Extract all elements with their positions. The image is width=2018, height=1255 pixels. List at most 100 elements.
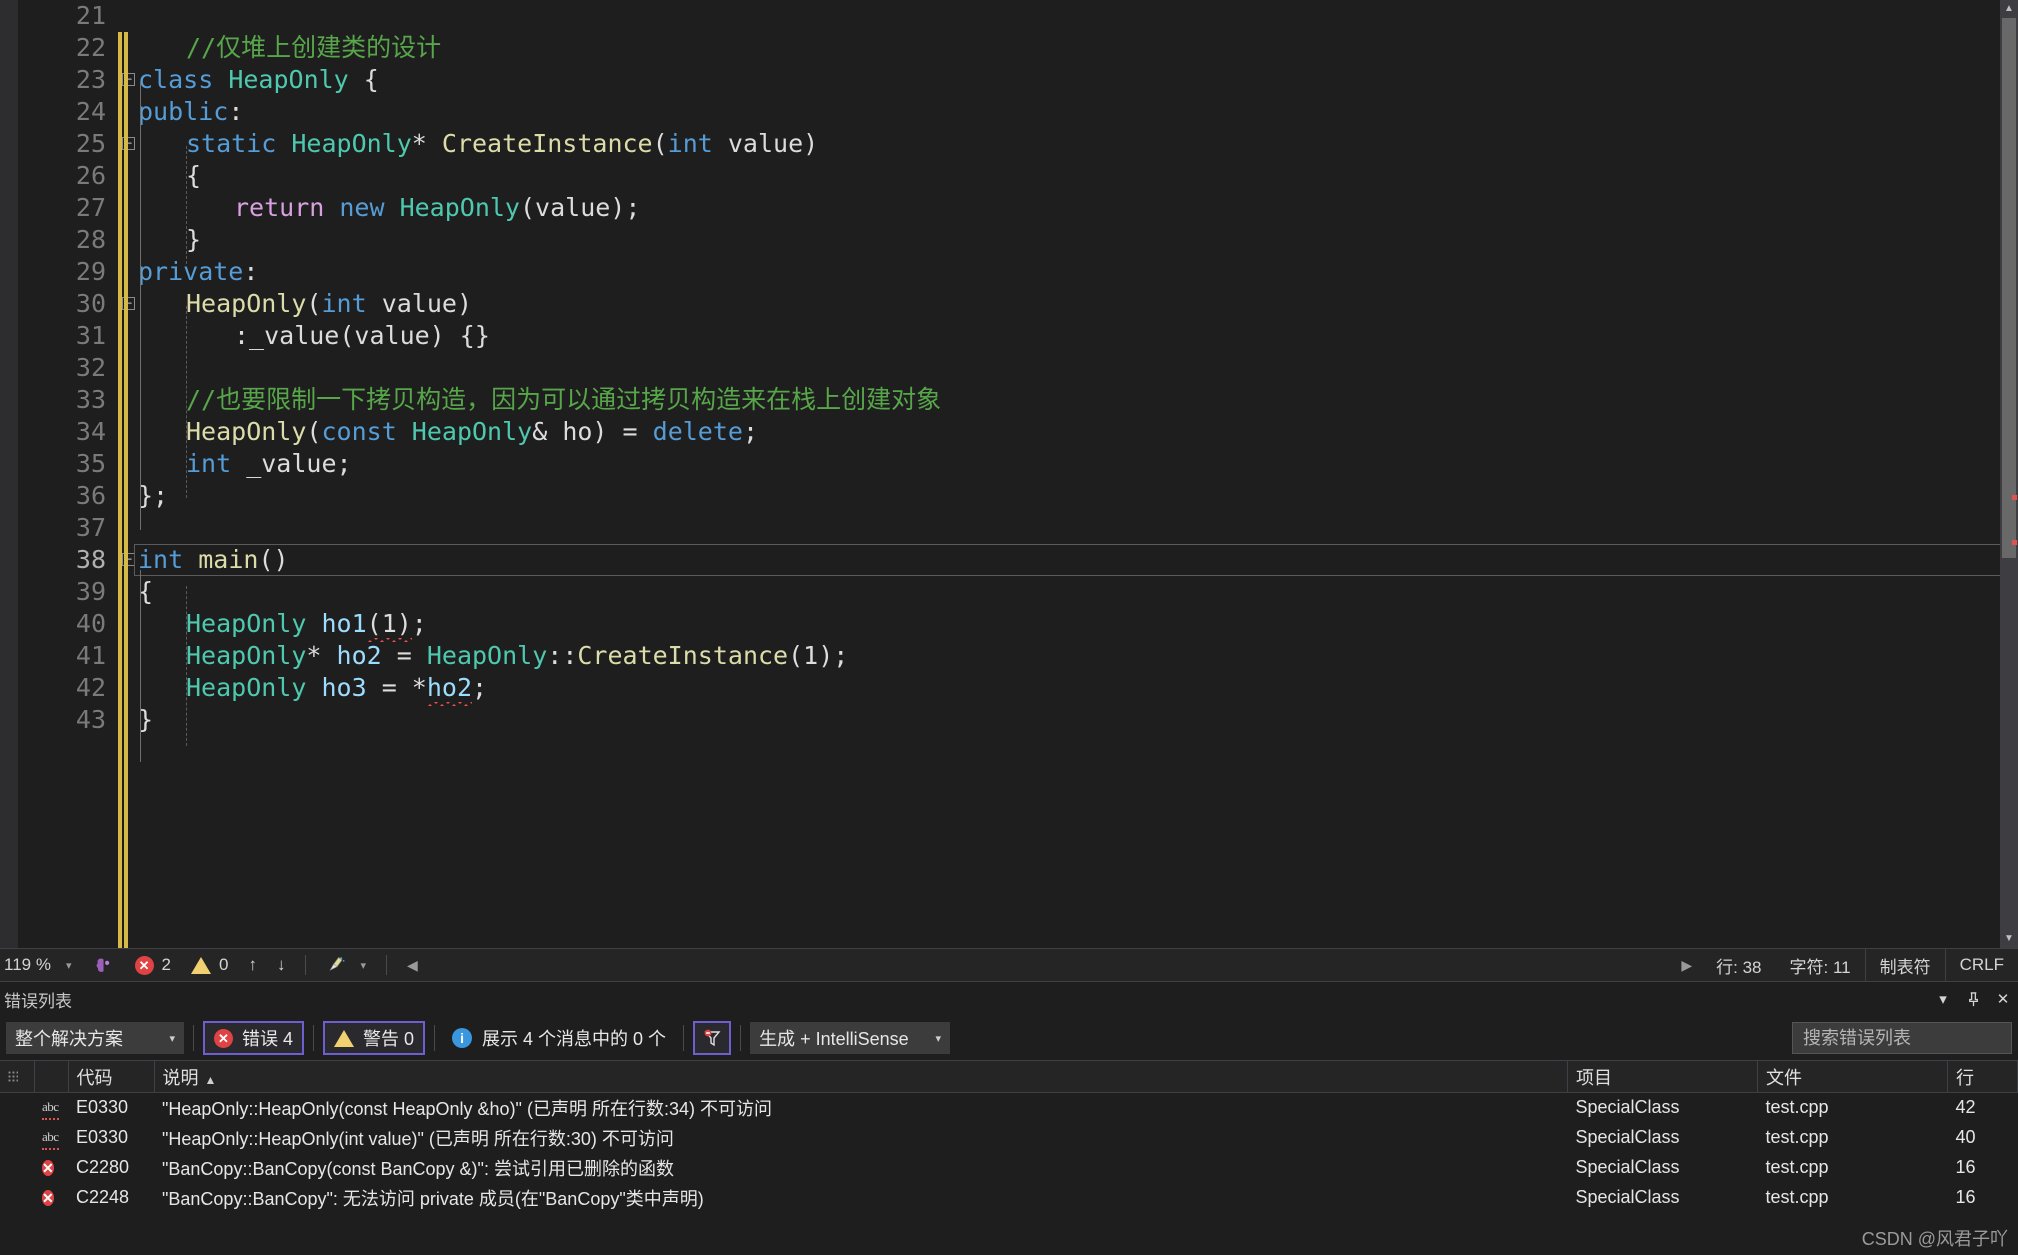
scroll-up-arrow[interactable]: ▲ xyxy=(2000,0,2018,18)
clear-filter-button[interactable] xyxy=(693,1021,732,1055)
code-line[interactable]: int main() − xyxy=(116,544,2018,576)
code-line[interactable]: } xyxy=(116,704,2018,736)
error-marker[interactable] xyxy=(2012,495,2017,500)
cell-file: test.cpp xyxy=(1765,1157,1829,1177)
code-token: int xyxy=(138,545,184,574)
zoom-level[interactable]: 119 % xyxy=(0,955,62,975)
next-issue-button[interactable]: ↓ xyxy=(267,955,296,975)
column-header-file[interactable]: 文件 xyxy=(1757,1060,1948,1093)
search-error-list[interactable]: ▾ xyxy=(1792,1022,2018,1054)
code-line[interactable]: { xyxy=(116,160,2018,192)
warnings-filter-toggle[interactable]: 警告 0 xyxy=(323,1021,426,1055)
code-line[interactable]: //仅堆上创建类的设计 xyxy=(116,32,2018,64)
cell-file: test.cpp xyxy=(1765,1187,1829,1207)
grip-icon xyxy=(8,1071,18,1084)
cell-line: 42 xyxy=(1955,1097,1976,1118)
line-ending-mode[interactable]: CRLF xyxy=(1944,948,2018,982)
scroll-right-button[interactable]: ▶ xyxy=(1671,957,1702,974)
caret-line-indicator[interactable]: 行: 38 xyxy=(1702,949,1775,982)
scope-filter-dropdown[interactable]: 整个解决方案 ▾ xyxy=(6,1022,184,1054)
column-header-line[interactable]: 行 xyxy=(1947,1060,2018,1093)
scope-filter-value: 整个解决方案 xyxy=(15,1029,123,1049)
code-token: value) xyxy=(712,129,819,158)
row-grip-cell xyxy=(0,1153,34,1183)
search-input[interactable] xyxy=(1803,1027,2018,1049)
column-header-code[interactable]: 代码 xyxy=(68,1060,155,1093)
code-token: :: xyxy=(547,641,578,670)
code-token: HeapOnly xyxy=(186,417,307,446)
code-line[interactable]: HeapOnly ho1(1); xyxy=(116,608,2018,642)
cell-code: C2280 xyxy=(76,1157,130,1177)
code-line[interactable]: HeapOnly* ho2 = HeapOnly::CreateInstance… xyxy=(116,640,2018,672)
code-token: * xyxy=(411,129,442,158)
cell-description: "HeapOnly::HeapOnly(int value)" (已声明 所在行… xyxy=(162,1128,674,1149)
code-token: //也要限制一下拷贝构造，因为可以通过拷贝构造来在栈上创建对象 xyxy=(186,385,942,414)
code-text-area[interactable]: //仅堆上创建类的设计 class HeapOnly {− public: stati… xyxy=(116,0,2018,948)
code-line[interactable]: HeapOnly ho3 = *ho2; xyxy=(116,672,2018,706)
column-header-description[interactable]: 说明 ▲ xyxy=(154,1060,1568,1093)
table-row[interactable]: abc E0330 "HeapOnly::HeapOnly(const HeapOn… xyxy=(0,1093,2018,1123)
scroll-down-arrow[interactable]: ▼ xyxy=(2000,930,2018,948)
line-number: 29 xyxy=(75,257,106,286)
line-number: 24 xyxy=(75,97,106,126)
code-editor[interactable]: 21 22 23 24 25 26 27 28 29 30 31 32 33 34 35 36 37 38 39 40… xyxy=(0,0,2018,948)
code-line[interactable]: :_value(value) {} xyxy=(116,320,2018,352)
code-line[interactable] xyxy=(116,0,2018,32)
column-header-severity[interactable] xyxy=(34,1060,69,1093)
code-token: ( xyxy=(306,417,322,446)
line-number-gutter: 21 22 23 24 25 26 27 28 29 30 31 32 33 34 35 36 37 38 39 40… xyxy=(18,0,116,948)
errors-filter-label: 错误 4 xyxy=(242,1029,294,1049)
cell-project: SpecialClass xyxy=(1575,1127,1680,1147)
zoom-dropdown-caret[interactable]: ▾ xyxy=(66,959,72,972)
pin-icon[interactable] xyxy=(1958,984,1988,1014)
table-row[interactable]: abc E0330 "HeapOnly::HeapOnly(int value)" … xyxy=(0,1123,2018,1153)
code-line[interactable]: class HeapOnly {− xyxy=(116,64,2018,96)
cell-line: 40 xyxy=(1955,1127,1976,1147)
line-number: 39 xyxy=(75,577,106,606)
code-line[interactable]: HeapOnly(const HeapOnly& ho) = delete; xyxy=(116,416,2018,448)
code-token: ho3 xyxy=(321,673,367,702)
code-line[interactable]: { xyxy=(116,576,2018,608)
error-count-indicator[interactable]: ✕ 2 xyxy=(125,955,181,975)
scroll-left-button[interactable]: ◀ xyxy=(397,957,428,974)
messages-filter-label: 展示 4 个消息中的 0 个 xyxy=(482,1029,667,1049)
code-line[interactable]: HeapOnly(int value) − xyxy=(116,288,2018,320)
code-line[interactable]: return new HeapOnly(value); xyxy=(116,192,2018,224)
messages-filter-toggle[interactable]: i 展示 4 个消息中的 0 个 xyxy=(444,1021,674,1055)
table-row[interactable]: ✕ C2280 "BanCopy::BanCopy(const BanCopy &)… xyxy=(0,1153,2018,1183)
abc-squiggle-icon: abc xyxy=(42,1099,59,1121)
code-cleanup-button[interactable]: ▾ xyxy=(316,955,376,975)
code-line[interactable]: public: xyxy=(116,96,2018,128)
editor-vertical-scrollbar[interactable]: ▲ ▼ xyxy=(2000,0,2018,948)
previous-issue-button[interactable]: ↑ xyxy=(238,955,267,975)
cell-line: 16 xyxy=(1955,1187,1976,1207)
errors-filter-toggle[interactable]: ✕ 错误 4 xyxy=(203,1021,305,1055)
error-marker[interactable] xyxy=(2012,540,2017,545)
scrollbar-thumb[interactable] xyxy=(2002,18,2016,558)
error-circle-icon: ✕ xyxy=(42,1159,54,1176)
close-icon[interactable]: ✕ xyxy=(1988,984,2018,1014)
cleanup-caret[interactable]: ▾ xyxy=(360,959,366,972)
column-header-description-label: 说明 xyxy=(162,1067,199,1088)
code-line[interactable] xyxy=(116,352,2018,384)
warning-count-indicator[interactable]: 0 xyxy=(181,955,238,975)
code-line[interactable]: int _value; xyxy=(116,448,2018,480)
table-row[interactable]: ✕ C2248 "BanCopy::BanCopy": 无法访问 private 成… xyxy=(0,1183,2018,1213)
column-header-project[interactable]: 项目 xyxy=(1567,1060,1758,1093)
column-header-grip[interactable] xyxy=(0,1060,35,1093)
code-line[interactable]: //也要限制一下拷贝构造，因为可以通过拷贝构造来在栈上创建对象 xyxy=(116,384,2018,416)
intellicode-icon[interactable] xyxy=(84,955,125,976)
code-line[interactable]: }; xyxy=(116,480,2018,512)
caret-column-indicator[interactable]: 字符: 11 xyxy=(1776,949,1865,982)
indentation-mode[interactable]: 制表符 xyxy=(1864,948,1945,982)
code-line[interactable]: } xyxy=(116,224,2018,256)
status-divider xyxy=(305,955,307,975)
code-line[interactable] xyxy=(116,512,2018,544)
code-line[interactable]: private: xyxy=(116,256,2018,288)
cell-description: "HeapOnly::HeapOnly(const HeapOnly &ho)"… xyxy=(162,1098,772,1119)
line-number: 28 xyxy=(75,225,106,254)
warning-count-value: 0 xyxy=(219,955,229,974)
code-line[interactable]: static HeapOnly* CreateInstance(int valu… xyxy=(116,128,2018,160)
panel-menu-caret-icon[interactable]: ▾ xyxy=(1928,984,1958,1014)
build-intellisense-dropdown[interactable]: 生成 + IntelliSense ▾ xyxy=(750,1022,951,1054)
